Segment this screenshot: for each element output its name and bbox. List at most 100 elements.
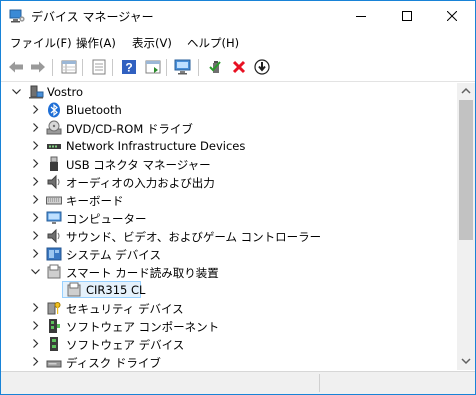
toolbar-separator [82, 59, 83, 76]
bluetooth-icon [48, 102, 60, 118]
security-key-icon [47, 302, 61, 315]
status-bar [1, 371, 475, 394]
device-list-icon [92, 59, 106, 75]
back-arrow-icon [9, 61, 23, 73]
scrollbar-thumb[interactable] [459, 100, 473, 240]
computer-monitor-icon [46, 211, 62, 224]
disable-device-button[interactable] [253, 58, 271, 76]
update-driver-button[interactable] [144, 58, 162, 76]
back-button[interactable] [7, 58, 25, 76]
tree-category-row[interactable]: キーボード [1, 191, 457, 209]
menu-help[interactable]: ヘルプ(H) [187, 35, 239, 51]
maximize-button[interactable] [384, 1, 430, 31]
menu-bar: ファイル(F) 操作(A) 表示(V) ヘルプ(H) [1, 32, 475, 52]
properties-button[interactable] [60, 58, 78, 76]
menu-view[interactable]: 表示(V) [132, 35, 172, 51]
enable-device-icon [209, 61, 221, 73]
tree-category-row[interactable]: Bluetooth [1, 101, 457, 119]
chevron-down-icon[interactable] [12, 87, 21, 96]
chevron-right-icon[interactable] [31, 321, 40, 330]
toolbar-separator [112, 59, 113, 76]
status-section [1, 374, 320, 392]
help-button[interactable]: ? [120, 58, 138, 76]
download-arrow-icon [254, 59, 270, 75]
device-label: CIR315 CL [86, 283, 146, 297]
category-label: スマート カード読み取り装置 [66, 266, 219, 280]
chevron-right-icon[interactable] [31, 159, 40, 168]
category-label: セキュリティ デバイス [66, 302, 184, 316]
toolbar-separator [198, 59, 199, 76]
tree-category-row[interactable]: ディスク ドライブ [1, 353, 457, 370]
chevron-right-icon[interactable] [31, 105, 40, 114]
category-label: USB コネクタ マネージャー [66, 158, 211, 172]
chevron-down-icon[interactable] [31, 267, 40, 276]
category-label: キーボード [66, 194, 124, 208]
smart-card-reader-icon [47, 264, 61, 279]
chevron-right-icon[interactable] [31, 303, 40, 312]
scroll-up-icon[interactable] [461, 87, 471, 95]
device-manager-window: デバイス マネージャー ファイル(F) 操作(A) 表示(V) ヘルプ(H) ?… [0, 0, 476, 395]
forward-arrow-icon [31, 61, 45, 73]
tree-category-row[interactable]: セキュリティ デバイス [1, 299, 457, 317]
tree-category-row[interactable]: USB コネクタ マネージャー [1, 155, 457, 173]
chevron-right-icon[interactable] [31, 177, 40, 186]
device-list-button[interactable] [90, 58, 108, 76]
keyboard-icon [46, 196, 62, 205]
tree-category-row[interactable]: オーディオの入力および出力 [1, 173, 457, 191]
menu-action[interactable]: 操作(A) [76, 35, 116, 51]
category-label: Network Infrastructure Devices [66, 139, 246, 153]
monitor-scan-icon [174, 59, 191, 75]
chevron-right-icon[interactable] [31, 231, 40, 240]
menu-file[interactable]: ファイル(F) [10, 35, 72, 51]
category-label: コンピューター [66, 212, 147, 226]
chevron-right-icon[interactable] [31, 195, 40, 204]
software-component-icon [49, 319, 60, 333]
category-label: ソフトウェア デバイス [66, 338, 185, 352]
chevron-right-icon[interactable] [31, 213, 40, 222]
tree-category-row[interactable]: コンピューター [1, 209, 457, 227]
category-label: ディスク ドライブ [66, 356, 161, 370]
category-label: サウンド、ビデオ、およびゲーム コントローラー [66, 230, 322, 244]
category-label: オーディオの入力および出力 [66, 176, 215, 190]
category-label: ソフトウェア コンポーネント [66, 320, 220, 334]
chevron-right-icon[interactable] [31, 339, 40, 348]
scan-hardware-button[interactable] [174, 58, 192, 76]
category-label: Bluetooth [66, 103, 122, 117]
chevron-right-icon[interactable] [31, 249, 40, 258]
close-icon [447, 11, 457, 21]
tree-category-row[interactable]: ソフトウェア コンポーネント [1, 317, 457, 335]
enable-device-button[interactable] [207, 58, 225, 76]
tree-category-row[interactable]: ソフトウェア デバイス [1, 335, 457, 353]
minimize-button[interactable] [338, 1, 384, 31]
uninstall-device-button[interactable] [230, 58, 248, 76]
dvd-drive-icon [46, 120, 62, 135]
properties-grid-icon [61, 60, 77, 74]
window-title: デバイス マネージャー [31, 10, 154, 24]
system-device-icon [46, 247, 62, 261]
category-label: DVD/CD-ROM ドライブ [66, 122, 193, 136]
chevron-right-icon[interactable] [31, 357, 40, 366]
network-device-icon [47, 144, 61, 149]
tree-category-row[interactable]: DVD/CD-ROM ドライブ [1, 119, 457, 137]
tree-category-row[interactable]: サウンド、ビデオ、およびゲーム コントローラー [1, 227, 457, 245]
tree-category-row[interactable]: システム デバイス [1, 245, 457, 263]
disk-drive-icon [46, 360, 62, 368]
card-reader-icon [67, 282, 81, 297]
device-tree: Vostro Bluetooth DVD/CD-ROM ドライブ Network… [1, 83, 457, 370]
title-bar[interactable]: デバイス マネージャー [1, 1, 475, 31]
chevron-right-icon[interactable] [31, 141, 40, 150]
vertical-scrollbar[interactable] [457, 83, 475, 370]
minimize-icon [356, 16, 366, 17]
chevron-right-icon[interactable] [31, 123, 40, 132]
category-label: システム デバイス [66, 248, 161, 262]
tree-root-row[interactable]: Vostro [1, 83, 457, 101]
forward-button[interactable] [29, 58, 47, 76]
scroll-down-icon[interactable] [461, 357, 471, 365]
tree-category-row-expanded[interactable]: スマート カード読み取り装置 [1, 263, 457, 281]
tree-device-row-selected[interactable]: CIR315 CL [1, 281, 457, 299]
close-button[interactable] [429, 1, 475, 31]
status-section [321, 374, 473, 392]
usb-connector-icon [50, 156, 58, 171]
tree-category-row[interactable]: Network Infrastructure Devices [1, 137, 457, 155]
software-device-icon [50, 337, 58, 351]
